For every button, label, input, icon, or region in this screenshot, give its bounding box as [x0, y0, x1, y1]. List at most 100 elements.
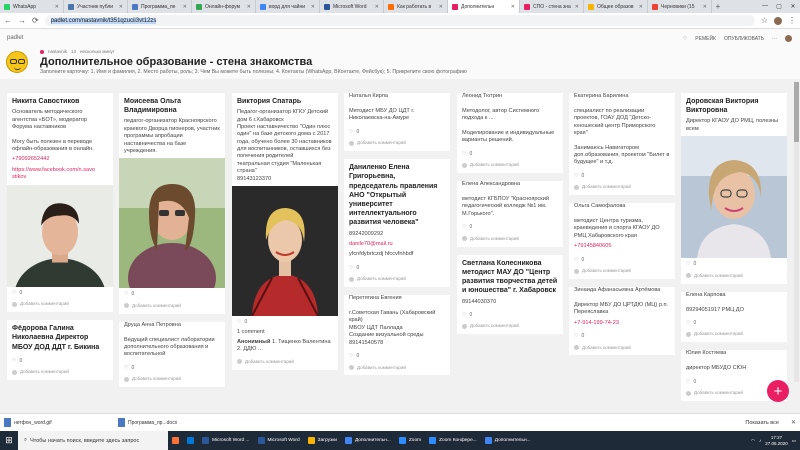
heart-icon[interactable]: ♡: [462, 151, 466, 158]
post-photo[interactable]: [7, 184, 113, 287]
post-link[interactable]: +79145840605: [569, 243, 675, 253]
add-comment[interactable]: Добавить комментарий: [569, 182, 675, 195]
add-comment[interactable]: Добавить комментарий: [457, 160, 563, 173]
browser-tab[interactable]: Microsoft Word ✕: [320, 0, 384, 13]
taskbar-app[interactable]: Дополнительн...: [481, 431, 535, 450]
heart-icon[interactable]: ♡: [349, 353, 353, 360]
heart-icon[interactable]: ♡: [462, 224, 466, 231]
post-card[interactable]: Моисеева Ольга Владимировна педагог-орган…: [119, 93, 225, 314]
add-comment[interactable]: Добавить комментарий: [457, 321, 563, 334]
user-avatar[interactable]: [785, 35, 792, 42]
scrollbar[interactable]: [794, 82, 799, 382]
post-card[interactable]: Наталья Кирпа Методист МБУ ДО ЦДТ г. Ник…: [344, 93, 450, 152]
clock[interactable]: 17:27 27.05.2020: [765, 435, 788, 446]
heart-icon[interactable]: ♡: [12, 358, 16, 365]
taskbar-app[interactable]: Загрузки: [304, 431, 341, 450]
like-row[interactable]: ♡ 0: [569, 330, 675, 343]
heart-icon[interactable]: ♡: [349, 129, 353, 136]
like-row[interactable]: ♡ 0: [232, 316, 338, 329]
add-comment[interactable]: Добавить комментарий: [344, 138, 450, 151]
like-row[interactable]: ♡ 0: [457, 148, 563, 161]
like-row[interactable]: ♡ 0: [457, 309, 563, 322]
post-card[interactable]: Екатерина Барилина специалист по реализа…: [569, 93, 675, 196]
close-tab-icon[interactable]: ✕: [439, 4, 443, 10]
post-card[interactable]: Доровская Виктория Викторовна Директор КГ…: [681, 93, 787, 284]
like-row[interactable]: ♡ 0: [7, 287, 113, 300]
profile-avatar[interactable]: [774, 16, 782, 25]
close-tab-icon[interactable]: ✕: [183, 4, 187, 10]
padlet-logo[interactable]: padlet: [7, 35, 23, 41]
notification-icon[interactable]: ▭: [792, 438, 796, 444]
browser-tab[interactable]: Участник публи ✕: [64, 0, 128, 13]
new-tab-button[interactable]: +: [712, 2, 724, 11]
post-card[interactable]: Никита Савостиков Основатель методическог…: [7, 93, 113, 313]
close-tab-icon[interactable]: ✕: [511, 4, 515, 10]
heart-icon[interactable]: ♡: [237, 319, 241, 326]
menu-icon[interactable]: ⋮: [788, 16, 796, 25]
taskbar-app[interactable]: Дополнительн...: [341, 431, 395, 450]
heart-icon[interactable]: ♡: [124, 365, 128, 372]
share-button[interactable]: ОПУБЛИКОВАТЬ: [724, 36, 764, 42]
post-link[interactable]: https://www.facebook.com/n.savo stikov: [7, 167, 113, 185]
remake-button[interactable]: РЕМЕЙК: [695, 36, 716, 42]
browser-tab[interactable]: Дополнительн ✕: [448, 0, 520, 13]
close-tab-icon[interactable]: ✕: [55, 4, 59, 10]
heart-icon[interactable]: ♡: [124, 291, 128, 298]
post-photo[interactable]: [232, 185, 338, 316]
add-comment[interactable]: Добавить комментарий: [7, 367, 113, 380]
browser-tab[interactable]: Общее образов ✕: [584, 0, 648, 13]
star-icon[interactable]: ☆: [761, 16, 768, 25]
reload-icon[interactable]: ⟳: [32, 16, 39, 25]
post-card[interactable]: Виктория Спатарь Педагог-организатор КГКУ…: [232, 93, 338, 370]
like-row[interactable]: ♡ 0: [681, 258, 787, 271]
like-row[interactable]: ♡ 0: [457, 221, 563, 234]
post-photo[interactable]: [681, 136, 787, 259]
close-window-icon[interactable]: ✕: [786, 3, 800, 10]
post-link[interactable]: +79092652442: [7, 156, 113, 166]
like-row[interactable]: ♡ 0: [119, 362, 225, 375]
heart-icon[interactable]: ♡: [574, 173, 578, 180]
close-tab-icon[interactable]: ✕: [703, 4, 707, 10]
post-card[interactable]: Елена Карпова 89294051917 РМЦ ДО ♡ 0 Добави…: [681, 291, 787, 343]
add-comment[interactable]: Добавить комментарий: [7, 299, 113, 312]
browser-tab[interactable]: Программа_пе ✕: [128, 0, 192, 13]
firefox-icon[interactable]: [168, 431, 183, 450]
like-row[interactable]: ♡ 0: [344, 350, 450, 363]
back-icon[interactable]: ←: [4, 16, 12, 25]
close-icon[interactable]: ✕: [791, 419, 796, 426]
add-comment[interactable]: Добавить комментарий: [569, 266, 675, 279]
volume-icon[interactable]: ♪: [759, 438, 761, 443]
like-row[interactable]: ♡ 0: [569, 170, 675, 183]
download-item[interactable]: нетфон_word.gif: [4, 418, 114, 427]
taskbar-app[interactable]: Zoom: [395, 431, 425, 450]
heart-icon[interactable]: ♡: [683, 36, 687, 42]
add-comment[interactable]: Добавить комментарий: [119, 374, 225, 387]
close-tab-icon[interactable]: ✕: [311, 4, 315, 10]
wifi-icon[interactable]: ◠: [751, 438, 755, 444]
taskbar-app[interactable]: Microsoft Word ...: [198, 431, 254, 450]
add-comment[interactable]: Добавить комментарий: [681, 271, 787, 284]
browser-tab[interactable]: ворд для чайни ✕: [256, 0, 320, 13]
add-comment[interactable]: Добавить комментарий: [681, 329, 787, 342]
browser-tab[interactable]: WhatsApp ✕: [0, 0, 64, 13]
close-tab-icon[interactable]: ✕: [375, 4, 379, 10]
post-card[interactable]: Друца Анна Петровна Ведущий специалист л…: [119, 321, 225, 388]
post-card[interactable]: Елена Александровна методист КГБПОУ "Кра…: [457, 181, 563, 247]
like-row[interactable]: ♡ 0: [344, 126, 450, 139]
taskbar-app[interactable]: Microsoft Word: [254, 431, 304, 450]
edge-icon[interactable]: [183, 431, 198, 450]
forward-icon[interactable]: →: [18, 16, 26, 25]
close-tab-icon[interactable]: ✕: [639, 4, 643, 10]
post-link[interactable]: danile70@mail.ru: [344, 241, 450, 251]
post-card[interactable]: Леонид Тютрин Методолог, автор Системног…: [457, 93, 563, 174]
url-input[interactable]: padlet.com/nastavnik/t351qzucii3vt12zs: [44, 15, 755, 26]
post-card[interactable]: Зинаида Афанасьевна Артёмова Директор МБ…: [569, 287, 675, 356]
post-card[interactable]: Светлана Колесникова методист МАУ ДО "Це…: [457, 254, 563, 335]
browser-tab[interactable]: Как работать в ✕: [384, 0, 448, 13]
like-row[interactable]: ♡ 0: [569, 254, 675, 267]
add-comment[interactable]: Добавить комментарий: [457, 234, 563, 247]
heart-icon[interactable]: ♡: [686, 379, 690, 386]
post-card[interactable]: Перетягина Евгения г.Советская Гавань (Х…: [344, 295, 450, 376]
taskbar-search[interactable]: ⌕ Чтобы начать поиск, введите здесь запро…: [18, 431, 168, 450]
close-tab-icon[interactable]: ✕: [247, 4, 251, 10]
